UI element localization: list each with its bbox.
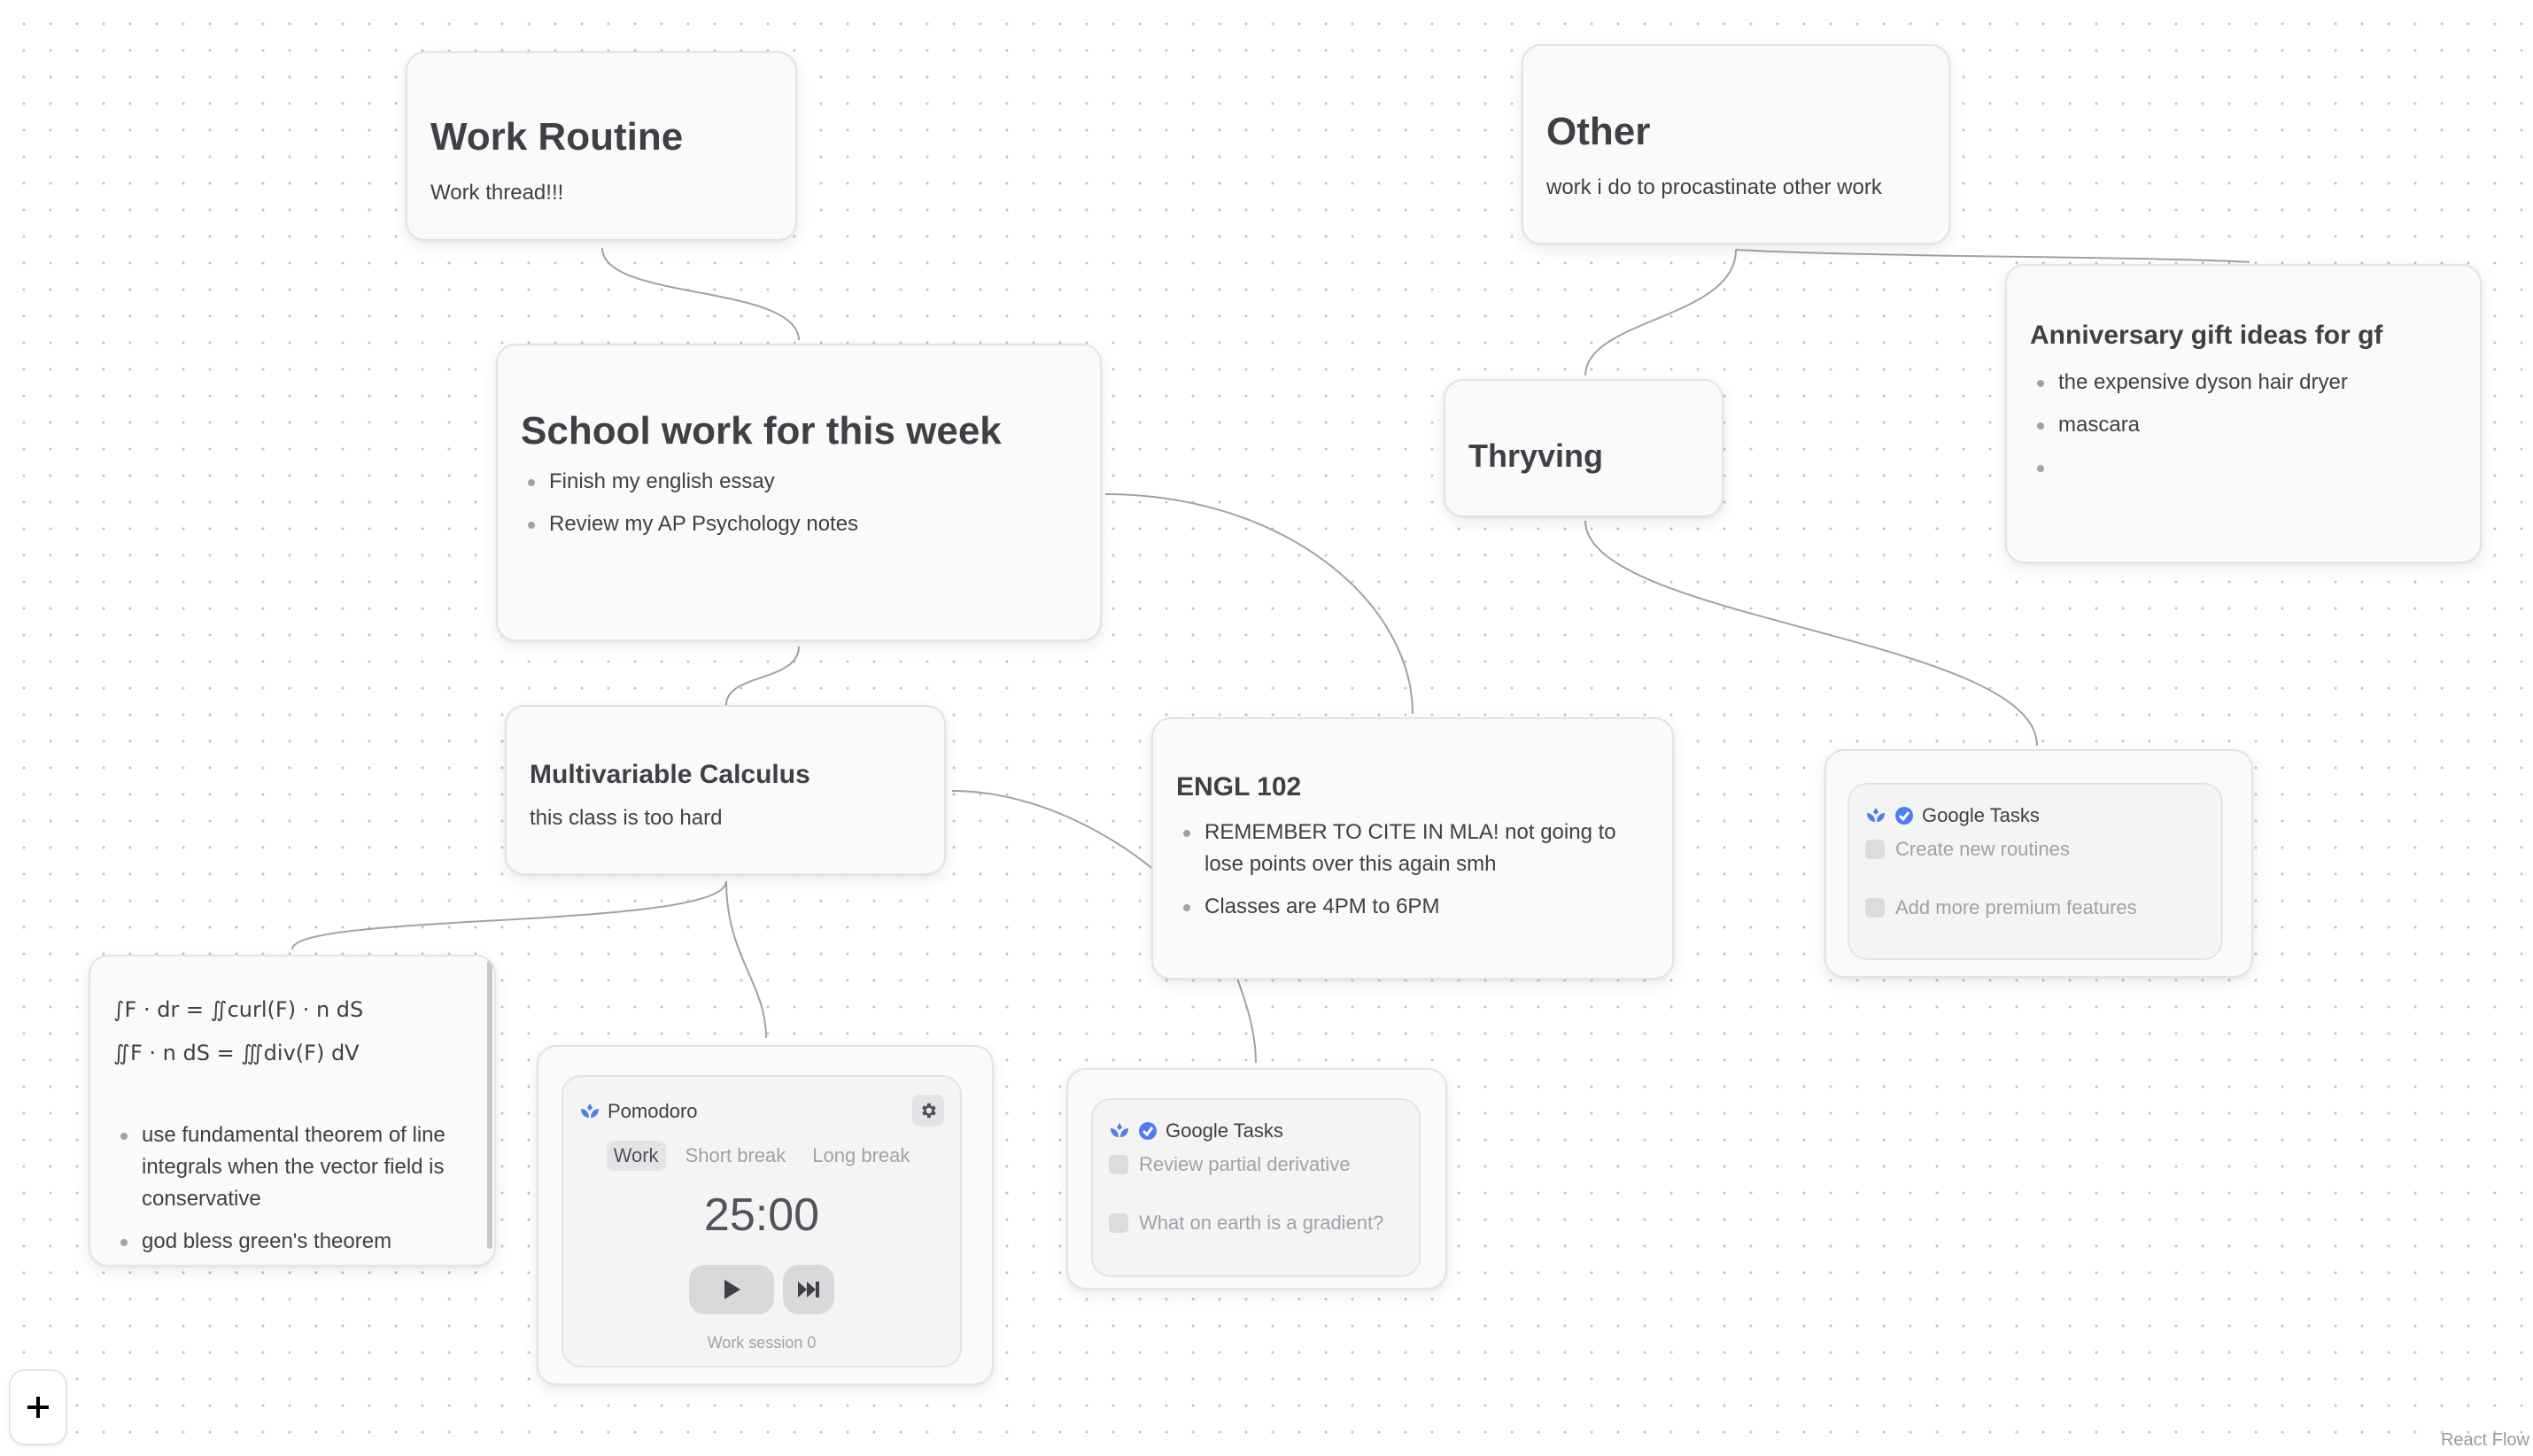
edge-calculus-to-engl[interactable] bbox=[951, 790, 1152, 869]
bullet-list: the expensive dyson hair dryer mascara bbox=[2030, 367, 2457, 484]
node-description: work i do to procastinate other work bbox=[1546, 175, 1882, 199]
formula-line: ∬F · n dS = ∭div(F) dV bbox=[113, 1041, 360, 1065]
add-node-button[interactable] bbox=[9, 1369, 67, 1445]
list-item[interactable]: REMEMBER TO CITE IN MLA! not going to lo… bbox=[1176, 817, 1649, 880]
node-description: Work thread!!! bbox=[430, 181, 564, 205]
list-item[interactable]: use fundamental theorem of line integral… bbox=[113, 1119, 471, 1215]
session-counter: Work session 0 bbox=[707, 1334, 817, 1351]
widget-title: Google Tasks bbox=[1922, 804, 2040, 826]
task-item: Add more premium features bbox=[1865, 896, 2137, 919]
scrollbar[interactable] bbox=[487, 960, 492, 1249]
node-other[interactable]: Other work i do to procastinate other wo… bbox=[1522, 44, 1950, 244]
settings-button[interactable] bbox=[912, 1095, 944, 1127]
node-title: School work for this week bbox=[521, 409, 1002, 453]
play-button[interactable] bbox=[689, 1265, 774, 1314]
tab-short-break[interactable]: Short break bbox=[678, 1141, 794, 1171]
node-title: Multivariable Calculus bbox=[530, 760, 810, 789]
list-item[interactable]: Finish my english essay bbox=[521, 466, 1077, 498]
google-tasks-icon bbox=[1895, 807, 1913, 825]
node-calculus-notes[interactable]: ∫F · dr = ∬curl(F) · n dS ∬F · n dS = ∭d… bbox=[89, 955, 496, 1266]
tab-long-break[interactable]: Long break bbox=[805, 1141, 917, 1171]
widget-title: Google Tasks bbox=[1166, 1119, 1283, 1142]
google-tasks-header: Google Tasks bbox=[1109, 1119, 1283, 1142]
edge-thryving-to-tasks-thryving[interactable] bbox=[1584, 520, 2038, 747]
pomodoro-widget: Pomodoro Work Short break Long break 25:… bbox=[562, 1075, 962, 1367]
list-item[interactable]: Classes are 4PM to 6PM bbox=[1176, 891, 1649, 923]
node-thryving[interactable]: Thryving bbox=[1444, 379, 1724, 517]
bullet-list: REMEMBER TO CITE IN MLA! not going to lo… bbox=[1176, 817, 1649, 923]
skip-forward-icon bbox=[798, 1282, 819, 1297]
task-item: What on earth is a gradient? bbox=[1109, 1212, 1383, 1235]
list-item[interactable]: Review my AP Psychology notes bbox=[521, 508, 1077, 540]
node-title: Anniversary gift ideas for gf bbox=[2030, 321, 2383, 350]
edge-engl-to-tasks-calc[interactable] bbox=[1236, 978, 1257, 1064]
node-description: this class is too hard bbox=[530, 806, 723, 830]
timer-display: 25:00 bbox=[703, 1189, 820, 1241]
task-checkbox[interactable] bbox=[1109, 1213, 1128, 1233]
node-title: ENGL 102 bbox=[1176, 772, 1302, 802]
timer-controls bbox=[563, 1265, 960, 1314]
lotus-icon bbox=[1867, 808, 1885, 822]
list-item[interactable] bbox=[2030, 452, 2457, 484]
edge-school-to-engl[interactable] bbox=[1104, 493, 1414, 715]
task-label[interactable]: Create new routines bbox=[1895, 838, 2070, 861]
edge-calculus-to-pomodoro[interactable] bbox=[725, 880, 767, 1039]
node-title: Thryving bbox=[1468, 438, 1604, 474]
task-label[interactable]: Add more premium features bbox=[1895, 896, 2137, 919]
edge-calculus-to-calc-notes[interactable] bbox=[291, 880, 727, 950]
plus-icon bbox=[27, 1397, 49, 1418]
play-icon bbox=[724, 1280, 740, 1299]
node-title: Work Routine bbox=[430, 115, 684, 159]
node-work-routine[interactable]: Work Routine Work thread!!! bbox=[406, 51, 797, 241]
list-item[interactable]: the expensive dyson hair dryer bbox=[2030, 367, 2457, 399]
task-checkbox[interactable] bbox=[1109, 1155, 1128, 1174]
edge-other-to-anniversary[interactable] bbox=[1735, 249, 2250, 263]
task-checkbox[interactable] bbox=[1865, 898, 1885, 918]
task-item: Create new routines bbox=[1865, 838, 2070, 861]
google-tasks-widget: Google Tasks Create new routines Add mor… bbox=[1847, 783, 2223, 960]
google-tasks-icon bbox=[1139, 1122, 1157, 1140]
lotus-icon bbox=[581, 1104, 599, 1118]
react-flow-attribution[interactable]: React Flow bbox=[2441, 1430, 2529, 1451]
pomodoro-header: Pomodoro bbox=[579, 1100, 698, 1123]
list-item[interactable]: god bless green's theorem bbox=[113, 1226, 471, 1258]
node-anniversary-gifts[interactable]: Anniversary gift ideas for gf the expens… bbox=[2005, 264, 2482, 563]
skip-button[interactable] bbox=[783, 1265, 834, 1314]
pomodoro-tabs: Work Short break Long break bbox=[563, 1141, 960, 1171]
edge-school-to-calculus[interactable] bbox=[725, 646, 800, 706]
task-checkbox[interactable] bbox=[1865, 840, 1885, 859]
lotus-icon bbox=[1111, 1123, 1128, 1137]
bullet-list: Finish my english essay Review my AP Psy… bbox=[521, 466, 1077, 540]
node-pomodoro[interactable]: Pomodoro Work Short break Long break 25:… bbox=[537, 1045, 994, 1385]
task-item: Review partial derivative bbox=[1109, 1153, 1350, 1176]
node-google-tasks-calculus[interactable]: Google Tasks Review partial derivative W… bbox=[1066, 1068, 1447, 1289]
bullet-list: use fundamental theorem of line integral… bbox=[113, 1119, 471, 1258]
pomodoro-title: Pomodoro bbox=[608, 1100, 698, 1122]
google-tasks-widget: Google Tasks Review partial derivative W… bbox=[1091, 1098, 1421, 1277]
node-google-tasks-thryving[interactable]: Google Tasks Create new routines Add mor… bbox=[1824, 749, 2253, 978]
tab-work[interactable]: Work bbox=[606, 1141, 666, 1171]
formula-line: ∫F · dr = ∬curl(F) · n dS bbox=[113, 997, 364, 1022]
node-title: Other bbox=[1546, 110, 1651, 153]
list-item[interactable]: mascara bbox=[2030, 409, 2457, 441]
node-multivariable-calculus[interactable]: Multivariable Calculus this class is too… bbox=[505, 705, 946, 875]
node-school-work[interactable]: School work for this week Finish my engl… bbox=[496, 344, 1102, 641]
node-engl-102[interactable]: ENGL 102 REMEMBER TO CITE IN MLA! not go… bbox=[1151, 717, 1674, 980]
task-label[interactable]: Review partial derivative bbox=[1139, 1153, 1350, 1176]
task-label[interactable]: What on earth is a gradient? bbox=[1139, 1212, 1383, 1235]
google-tasks-header: Google Tasks bbox=[1865, 804, 2040, 827]
gear-icon bbox=[922, 1103, 936, 1119]
edge-other-to-thryving[interactable] bbox=[1584, 249, 1737, 376]
edge-work-routine-to-school[interactable] bbox=[601, 247, 800, 341]
